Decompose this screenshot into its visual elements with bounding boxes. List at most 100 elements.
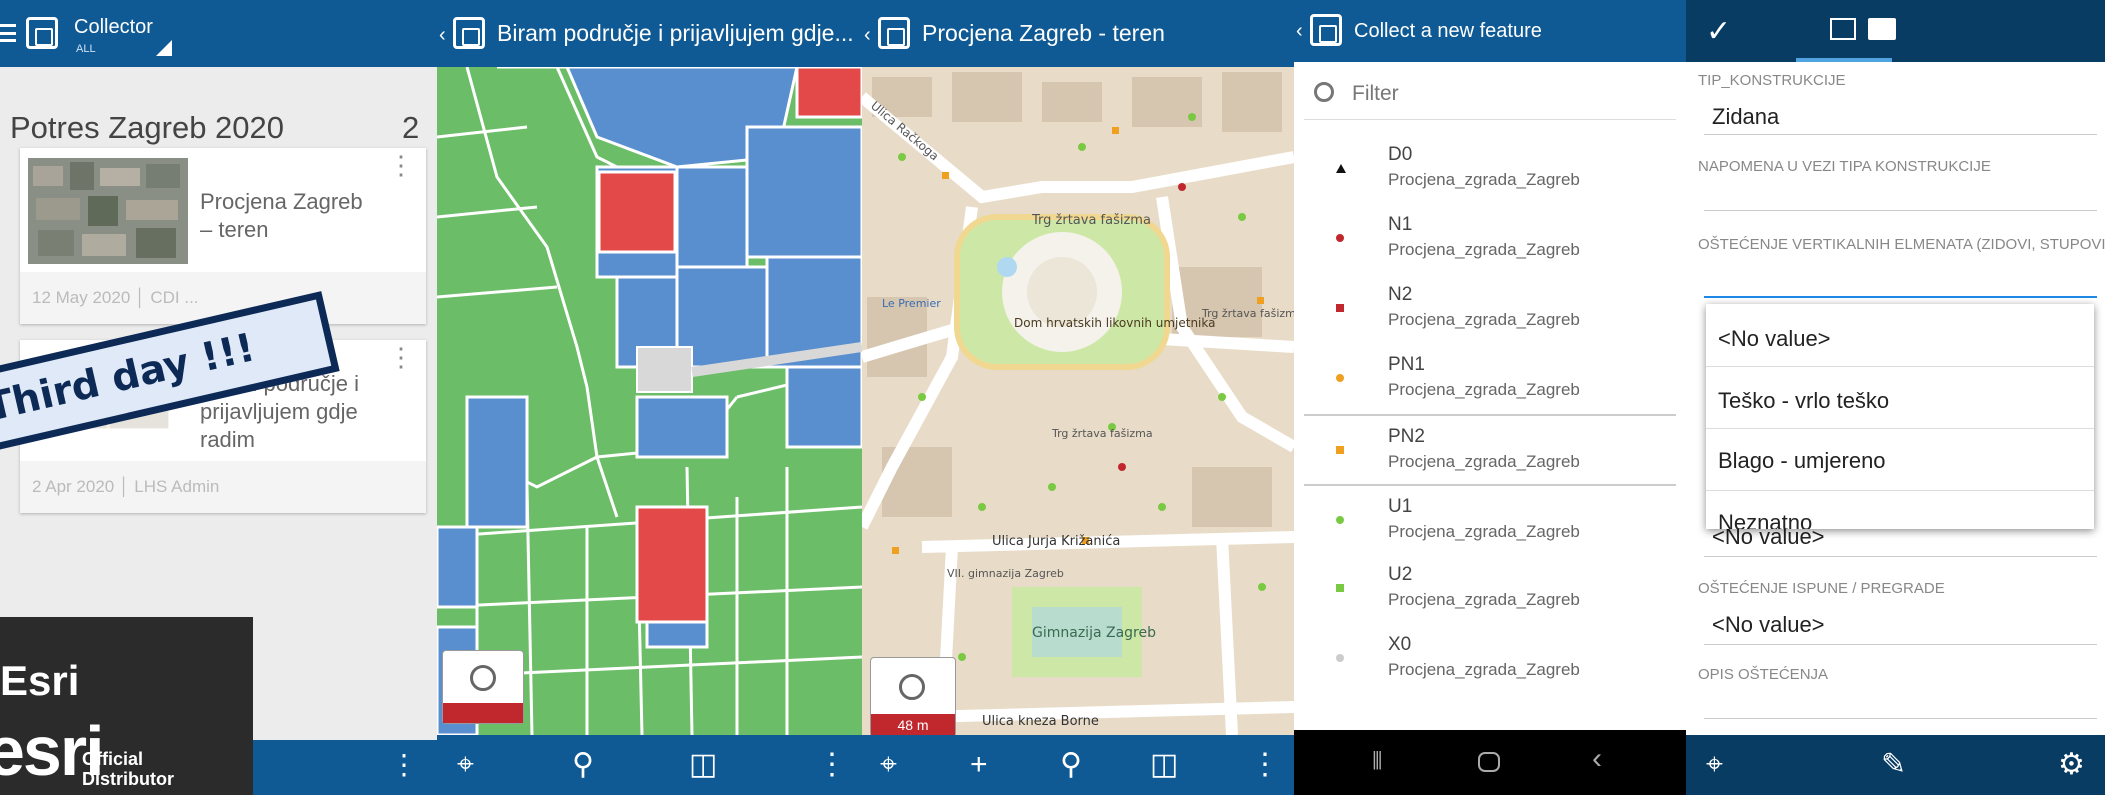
feature-layer: Procjena_zgrada_Zagreb bbox=[1388, 170, 1580, 189]
map-title: Procjena Zagreb - teren bbox=[922, 20, 1165, 46]
scale-label: 48 m bbox=[871, 714, 955, 736]
project-meta: 2 Apr 2020 │ LHS Admin bbox=[20, 461, 426, 513]
feature-code: N2 bbox=[1388, 284, 1413, 305]
feature-template-item[interactable]: PN1 Procjena_zgrada_Zagreb bbox=[1304, 344, 1676, 414]
project-group-title: Potres Zagreb 2020 bbox=[10, 110, 285, 145]
map-label-gym: VII. gimnazija Zagreb bbox=[947, 567, 1064, 580]
collector-app-icon bbox=[878, 17, 910, 49]
street-map[interactable]: Trg žrtava fašizma Trg žrtava fašizma Tr… bbox=[862, 67, 1294, 735]
search-icon[interactable]: ⚲ bbox=[1060, 749, 1082, 781]
add-feature-icon[interactable]: + bbox=[970, 749, 988, 781]
active-field-underline[interactable] bbox=[1704, 296, 2097, 298]
back-arrow-icon[interactable]: ‹ bbox=[1296, 20, 1303, 43]
collect-location-icon[interactable]: ⌖ bbox=[1706, 749, 1723, 781]
area-map[interactable] bbox=[437, 67, 862, 735]
top-app-bar: ‹ Procjena Zagreb - teren bbox=[862, 0, 1294, 67]
more-options-icon[interactable]: ⋮ bbox=[390, 749, 418, 781]
field-label: NAPOMENA U VEZI TIPA KONSTRUKCIJE bbox=[1698, 158, 1991, 175]
gps-icon[interactable]: ⌖ bbox=[457, 749, 474, 781]
app-title: Collector bbox=[74, 16, 153, 38]
home-icon[interactable] bbox=[1478, 752, 1500, 772]
map-label-le-premier: Le Premier bbox=[882, 297, 941, 310]
map-label-square-bottom: Trg žrtava fašizma bbox=[1051, 427, 1153, 440]
back-arrow-icon[interactable]: ‹ bbox=[864, 24, 871, 47]
feature-template-item[interactable]: U2 Procjena_zgrada_Zagreb bbox=[1304, 554, 1676, 624]
feature-code: U2 bbox=[1388, 564, 1413, 585]
settings-gear-icon[interactable]: ⚙ bbox=[2058, 749, 2085, 781]
top-app-bar: ‹ Collect a new feature bbox=[1294, 0, 1686, 62]
collector-app-icon bbox=[1310, 14, 1342, 46]
feature-layer: Procjena_zgrada_Zagreb bbox=[1388, 660, 1580, 679]
back-arrow-icon[interactable]: ‹ bbox=[439, 24, 446, 47]
dropdown-option[interactable]: Blago - umjereno bbox=[1718, 448, 1886, 474]
confirm-check-icon[interactable]: ✓ bbox=[1706, 14, 1731, 49]
map-layers-icon[interactable]: ◫ bbox=[1150, 749, 1178, 781]
dropdown-corner-icon[interactable] bbox=[156, 40, 172, 56]
esri-distributor-badge: Esri esri Official Distributor bbox=[0, 617, 253, 795]
project-name-line: Procjena Zagreb bbox=[200, 189, 363, 214]
feature-symbol-icon bbox=[1336, 654, 1344, 662]
feature-symbol-icon bbox=[1336, 584, 1344, 592]
feature-layer: Procjena_zgrada_Zagreb bbox=[1388, 380, 1580, 399]
top-app-bar: ‹ Biram područje i prijavljujem gdje... bbox=[437, 0, 862, 67]
feature-symbol-icon bbox=[1336, 516, 1344, 524]
project-name-line: radim bbox=[200, 427, 256, 452]
feature-template-item[interactable]: PN2 Procjena_zgrada_Zagreb bbox=[1304, 414, 1676, 484]
attachments-tab-icon[interactable] bbox=[1868, 18, 1896, 40]
field-label: OŠTEĆENJE ISPUNE / PREGRADE bbox=[1698, 580, 1945, 597]
project-name-line: prijavljujem gdje bbox=[200, 399, 358, 424]
map-title: Biram područje i prijavljujem gdje... bbox=[497, 20, 854, 46]
android-nav-bar: ⦀ ‹ bbox=[1294, 730, 1686, 795]
feature-code: X0 bbox=[1388, 634, 1412, 655]
project-count: 2 bbox=[402, 110, 420, 145]
top-app-bar: Collector ALL bbox=[0, 0, 437, 67]
field-label: TIP_KONSTRUKCIJE bbox=[1698, 72, 1846, 89]
collector-app-icon bbox=[453, 17, 485, 49]
more-options-icon[interactable]: ⋮ bbox=[388, 152, 414, 178]
damage-dropdown-menu[interactable]: <No value> Teško - vrlo teško Blago - um… bbox=[1706, 304, 2094, 529]
project-name-line: – teren bbox=[200, 217, 269, 242]
area-map-panel: ‹ Biram područje i prijavljujem gdje... … bbox=[437, 0, 862, 795]
locate-widget[interactable]: 48 m bbox=[870, 657, 956, 737]
feature-template-item[interactable]: D0 Procjena_zgrada_Zagreb bbox=[1304, 134, 1676, 204]
dropdown-option[interactable]: Neznatno bbox=[1718, 510, 1812, 529]
add-attachment-icon[interactable]: ✎ bbox=[1881, 749, 1906, 781]
feature-symbol-icon bbox=[1336, 446, 1344, 454]
feature-layer: Procjena_zgrada_Zagreb bbox=[1388, 522, 1580, 541]
feature-code: U1 bbox=[1388, 496, 1413, 517]
recent-apps-icon[interactable]: ⦀ bbox=[1372, 748, 1383, 776]
search-icon bbox=[1314, 82, 1334, 102]
dropdown-option[interactable]: Teško - vrlo teško bbox=[1718, 388, 1889, 414]
hamburger-menu-icon[interactable] bbox=[0, 24, 16, 42]
dropdown-option[interactable]: <No value> bbox=[1718, 326, 1831, 352]
map-layers-icon[interactable]: ◫ bbox=[689, 749, 717, 781]
feature-layer: Procjena_zgrada_Zagreb bbox=[1388, 240, 1580, 259]
filter-search[interactable]: Filter bbox=[1304, 72, 1676, 120]
map-label-museum: Dom hrvatskih likovnih umjetnika bbox=[1014, 316, 1215, 330]
feature-template-item[interactable]: U1 Procjena_zgrada_Zagreb bbox=[1304, 484, 1676, 554]
field-map-panel: Trg žrtava fašizma Trg žrtava fašizma Tr… bbox=[862, 0, 1294, 795]
field-value[interactable]: <No value> bbox=[1712, 612, 1825, 638]
more-options-icon[interactable]: ⋮ bbox=[817, 749, 847, 781]
gps-icon[interactable]: ⌖ bbox=[880, 749, 897, 781]
back-icon[interactable]: ‹ bbox=[1592, 742, 1602, 776]
more-options-icon[interactable]: ⋮ bbox=[1250, 749, 1280, 781]
filter-input[interactable]: Filter bbox=[1352, 82, 1399, 106]
bottom-bar: ⌖ ✎ ⚙ bbox=[1686, 735, 2105, 795]
locate-icon bbox=[899, 674, 925, 700]
search-icon[interactable]: ⚲ bbox=[572, 749, 594, 781]
feature-template-item[interactable]: N2 Procjena_zgrada_Zagreb bbox=[1304, 274, 1676, 344]
map-label-street-bottom: Ulica kneza Borne bbox=[982, 714, 1099, 729]
feature-layer: Procjena_zgrada_Zagreb bbox=[1388, 452, 1580, 471]
collect-feature-panel: ‹ Collect a new feature Filter D0 Procjen… bbox=[1294, 0, 1686, 795]
feature-template-item[interactable]: X0 Procjena_zgrada_Zagreb bbox=[1304, 624, 1676, 694]
field-value[interactable]: Zidana bbox=[1712, 104, 1779, 130]
field-label: OŠTEĆENJE VERTIKALNIH ELMENATA (ZIDOVI, … bbox=[1698, 236, 2105, 253]
map-label-square: Trg žrtava fašizma bbox=[1031, 213, 1151, 228]
feature-symbol-icon bbox=[1336, 234, 1344, 242]
feature-template-item[interactable]: N1 Procjena_zgrada_Zagreb bbox=[1304, 204, 1676, 274]
project-card[interactable]: Procjena Zagreb – teren ⋮ 12 May 2020 │ … bbox=[20, 148, 426, 324]
locate-widget[interactable] bbox=[442, 650, 524, 724]
more-options-icon[interactable]: ⋮ bbox=[388, 344, 414, 370]
feature-symbol-icon bbox=[1336, 164, 1346, 173]
